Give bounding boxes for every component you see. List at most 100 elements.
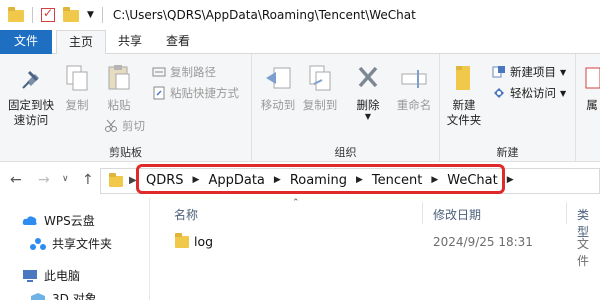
cloud-icon	[22, 214, 38, 228]
back-arrow-icon[interactable]: ←	[10, 172, 22, 188]
nav-item-label: 此电脑	[44, 269, 81, 283]
forward-arrow-icon[interactable]: →	[38, 172, 50, 188]
file-modified-date: 2024/9/25 18:31	[433, 235, 533, 249]
breadcrumb-chevron-icon[interactable]: ▶	[431, 175, 438, 185]
column-header-modified[interactable]: 修改日期	[433, 206, 481, 223]
new-item-button[interactable]: 新建项目 ▼	[492, 64, 566, 80]
new-item-label: 新建项目	[510, 65, 556, 79]
copy-button[interactable]: 复制	[58, 62, 96, 113]
pin-label-2: 速访问	[13, 113, 49, 127]
tab-file[interactable]: 文件	[0, 30, 52, 54]
pin-label: 固定到快	[8, 98, 54, 112]
new-folder-button[interactable]: 新建 文件夹	[444, 62, 484, 128]
breadcrumb-chevron-icon[interactable]: ▶	[193, 175, 200, 185]
navigation-pane: WPS云盘 共享文件夹 此电脑 3D 对象	[0, 198, 150, 300]
breadcrumb-item[interactable]: WeChat	[447, 173, 497, 188]
cut-button[interactable]: 剪切	[104, 118, 145, 134]
divider	[101, 7, 103, 23]
new-folder-quick-icon[interactable]	[63, 7, 79, 22]
easy-access-icon	[492, 86, 506, 100]
up-arrow-icon[interactable]: ↑	[82, 172, 94, 188]
folder-icon	[175, 233, 189, 248]
ribbon-tabs: 文件 主页 共享 查看	[0, 30, 600, 55]
ribbon: 固定到快 速访问 复制 粘贴 复制路径 粘贴快捷方式 剪切 剪贴板 移动到 复制…	[0, 54, 600, 162]
cut-label: 剪切	[122, 119, 145, 133]
paste-shortcut-icon	[152, 86, 166, 100]
tab-share[interactable]: 共享	[106, 30, 154, 54]
breadcrumb-chevron-icon[interactable]: ▶	[356, 175, 363, 185]
delete-label: 删除	[356, 98, 380, 112]
nav-item-label: 共享文件夹	[52, 237, 113, 251]
easy-access-button[interactable]: 轻松访问 ▼	[492, 85, 566, 101]
address-folder-icon	[109, 173, 123, 187]
paste-label: 粘贴	[107, 98, 131, 112]
copy-path-icon	[152, 65, 166, 79]
breadcrumb-item[interactable]: QDRS	[146, 173, 184, 188]
easy-access-label: 轻松访问	[510, 86, 556, 100]
rename-label: 重命名	[396, 98, 432, 112]
easy-access-dropdown-icon[interactable]: ▼	[560, 89, 566, 98]
copy-path-label: 复制路径	[170, 65, 216, 79]
file-type: 文件	[577, 237, 590, 268]
properties-icon[interactable]	[41, 6, 55, 22]
nav-item-3d-objects[interactable]: 3D 对象	[30, 290, 97, 300]
rename-button[interactable]: 重命名	[392, 62, 436, 113]
clipboard-group: 固定到快 速访问 复制 粘贴 复制路径 粘贴快捷方式 剪切 剪贴板	[0, 54, 252, 162]
breadcrumb-item[interactable]: Tencent	[372, 173, 422, 188]
delete-dropdown-icon[interactable]: ▼	[350, 113, 386, 121]
new-folder-label: 新建	[452, 98, 476, 112]
new-item-dropdown-icon[interactable]: ▼	[560, 68, 566, 77]
new-folder-icon	[448, 62, 480, 94]
column-divider[interactable]	[566, 202, 567, 224]
folder-icon	[8, 7, 24, 22]
organize-group-label: 组织	[334, 146, 357, 159]
new-item-icon	[492, 65, 506, 79]
paste-icon	[103, 62, 135, 94]
copy-label: 复制	[65, 98, 89, 112]
column-header-name[interactable]: 名称	[174, 206, 198, 223]
new-group: 新建 文件夹 新建项目 ▼ 轻松访问 ▼ 新建	[440, 54, 576, 162]
breadcrumb: QDRS ▶ AppData ▶ Roaming ▶ Tencent ▶ WeC…	[146, 170, 523, 190]
move-to-label: 移动到	[260, 98, 296, 112]
nav-item-wps-cloud[interactable]: WPS云盘	[22, 212, 95, 229]
shared-folder-icon	[30, 237, 46, 251]
properties-button[interactable]: 属	[584, 62, 600, 113]
pin-quick-access-button[interactable]: 固定到快 速访问	[4, 62, 58, 128]
tab-home[interactable]: 主页	[56, 30, 107, 55]
column-divider[interactable]	[422, 202, 423, 224]
copy-to-label: 复制到	[302, 98, 338, 112]
copy-to-button[interactable]: 复制到	[300, 62, 340, 113]
delete-button[interactable]: 删除 ▼	[350, 62, 386, 121]
properties-label: 属	[586, 98, 598, 112]
copy-icon	[61, 62, 93, 94]
delete-x-icon	[352, 62, 384, 94]
breadcrumb-chevron-icon[interactable]: ▶	[507, 175, 514, 185]
properties-big-icon	[584, 62, 600, 94]
sort-ascending-icon: ⌃	[292, 198, 300, 208]
recent-dropdown-icon[interactable]: ∨	[62, 174, 69, 184]
cube-icon	[30, 292, 46, 300]
organize-group: 移动到 复制到 删除 ▼ 重命名 组织	[252, 54, 440, 162]
copy-to-icon	[304, 62, 336, 94]
new-folder-label-2: 文件夹	[446, 113, 482, 127]
paste-shortcut-button[interactable]: 粘贴快捷方式	[152, 85, 239, 101]
nav-item-this-pc[interactable]: 此电脑	[22, 267, 80, 284]
quick-access-dropdown-icon[interactable]: ▼	[87, 10, 94, 20]
paste-shortcut-label: 粘贴快捷方式	[170, 86, 239, 100]
tab-view[interactable]: 查看	[154, 30, 202, 54]
pin-icon	[15, 62, 47, 94]
computer-icon	[22, 269, 38, 283]
file-name[interactable]: log	[194, 234, 213, 249]
file-list: ⌃ 名称 修改日期 类型 log 2024/9/25 18:31 文件	[150, 198, 600, 300]
breadcrumb-chevron-icon[interactable]: ▶	[274, 175, 281, 185]
nav-item-label: WPS云盘	[44, 214, 95, 228]
breadcrumb-item[interactable]: Roaming	[290, 173, 347, 188]
breadcrumb-item[interactable]: AppData	[208, 173, 264, 188]
nav-item-label: 3D 对象	[52, 292, 97, 300]
copy-path-button[interactable]: 复制路径	[152, 64, 216, 80]
move-to-button[interactable]: 移动到	[258, 62, 298, 113]
paste-button[interactable]: 粘贴	[100, 62, 138, 113]
title-bar: ▼ C:\Users\QDRS\AppData\Roaming\Tencent\…	[0, 0, 600, 30]
window-title: C:\Users\QDRS\AppData\Roaming\Tencent\We…	[112, 8, 416, 22]
nav-item-shared-folder[interactable]: 共享文件夹	[30, 235, 112, 252]
